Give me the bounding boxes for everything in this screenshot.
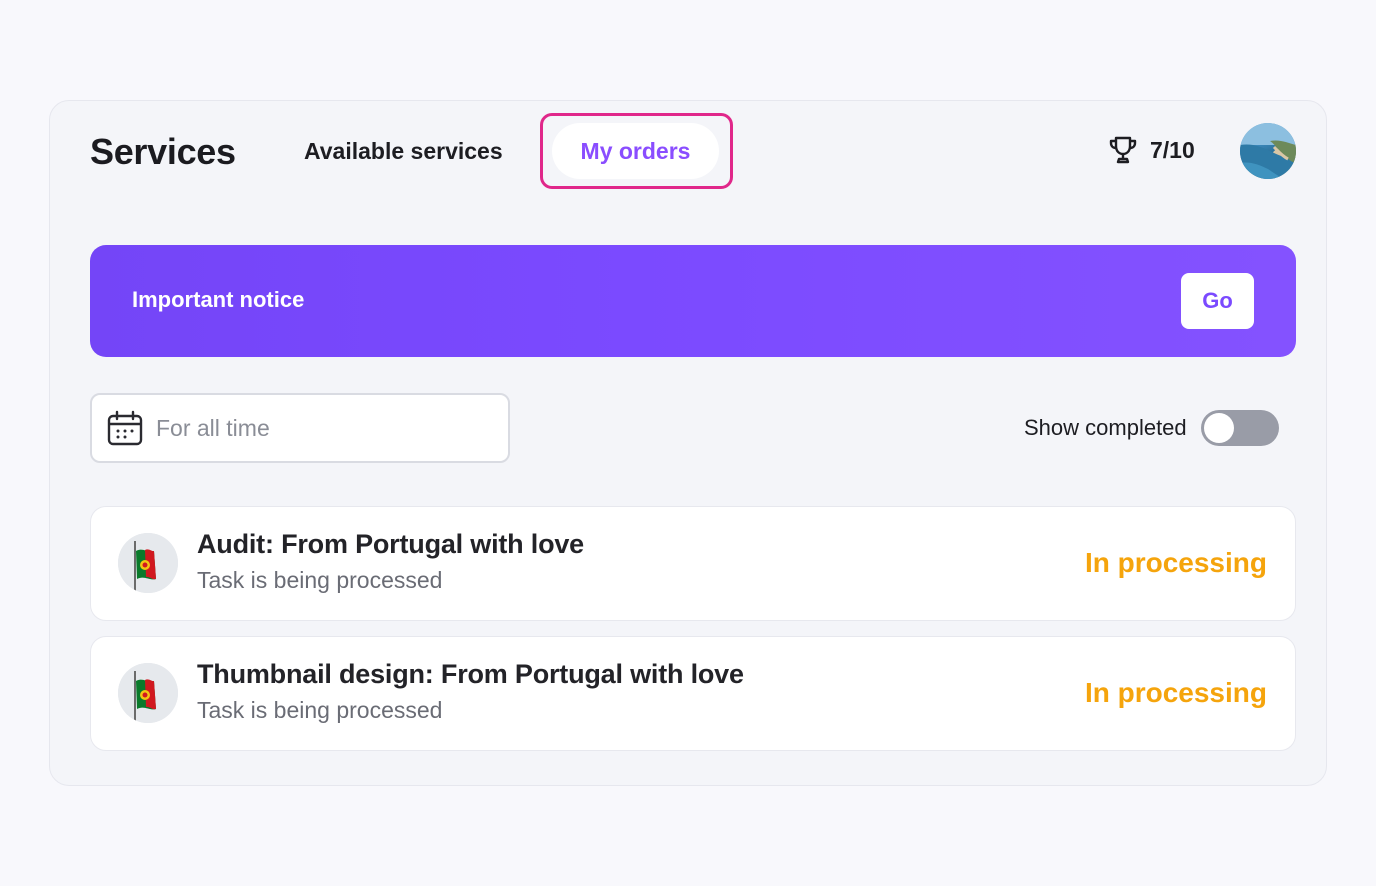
score-value: 7/10 [1150, 136, 1195, 163]
score-display: 7/10 [1106, 134, 1195, 166]
order-subtitle: Task is being processed [197, 567, 443, 593]
page-background: Services Available services My orders 7/… [0, 0, 1376, 886]
show-completed-label: Show completed [1024, 415, 1187, 440]
notice-text: Important notice [132, 287, 305, 312]
avatar[interactable] [1240, 123, 1296, 179]
order-card[interactable]: Thumbnail design: From Portugal with lov… [90, 636, 1296, 751]
services-panel: Services Available services My orders 7/… [49, 100, 1327, 786]
page-title: Services [90, 131, 236, 172]
order-status: In processing [1084, 547, 1267, 578]
go-button[interactable]: Go [1181, 273, 1254, 329]
show-completed-toggle[interactable] [1200, 410, 1279, 446]
order-title: Audit: From Portugal with love [197, 529, 584, 559]
date-filter-placeholder: For all time [156, 414, 270, 441]
tab-available-services[interactable]: Available services [304, 138, 503, 165]
portugal-flag-icon [118, 663, 178, 723]
order-card[interactable]: Audit: From Portugal with love Task is b… [90, 506, 1296, 621]
date-filter-input[interactable]: For all time [90, 393, 510, 463]
notice-banner: Important notice Go [90, 245, 1296, 357]
header: Services Available services My orders 7/… [50, 101, 1326, 201]
toggle-knob [1203, 413, 1234, 443]
order-status: In processing [1084, 677, 1267, 708]
order-subtitle: Task is being processed [197, 697, 443, 723]
show-completed-row: Show completed [1024, 409, 1279, 447]
avatar-image [1240, 123, 1296, 179]
tab-my-orders[interactable]: My orders [552, 123, 719, 179]
trophy-icon [1109, 136, 1137, 164]
order-title: Thumbnail design: From Portugal with lov… [197, 659, 744, 689]
portugal-flag-icon [118, 533, 178, 593]
calendar-icon [107, 410, 143, 446]
